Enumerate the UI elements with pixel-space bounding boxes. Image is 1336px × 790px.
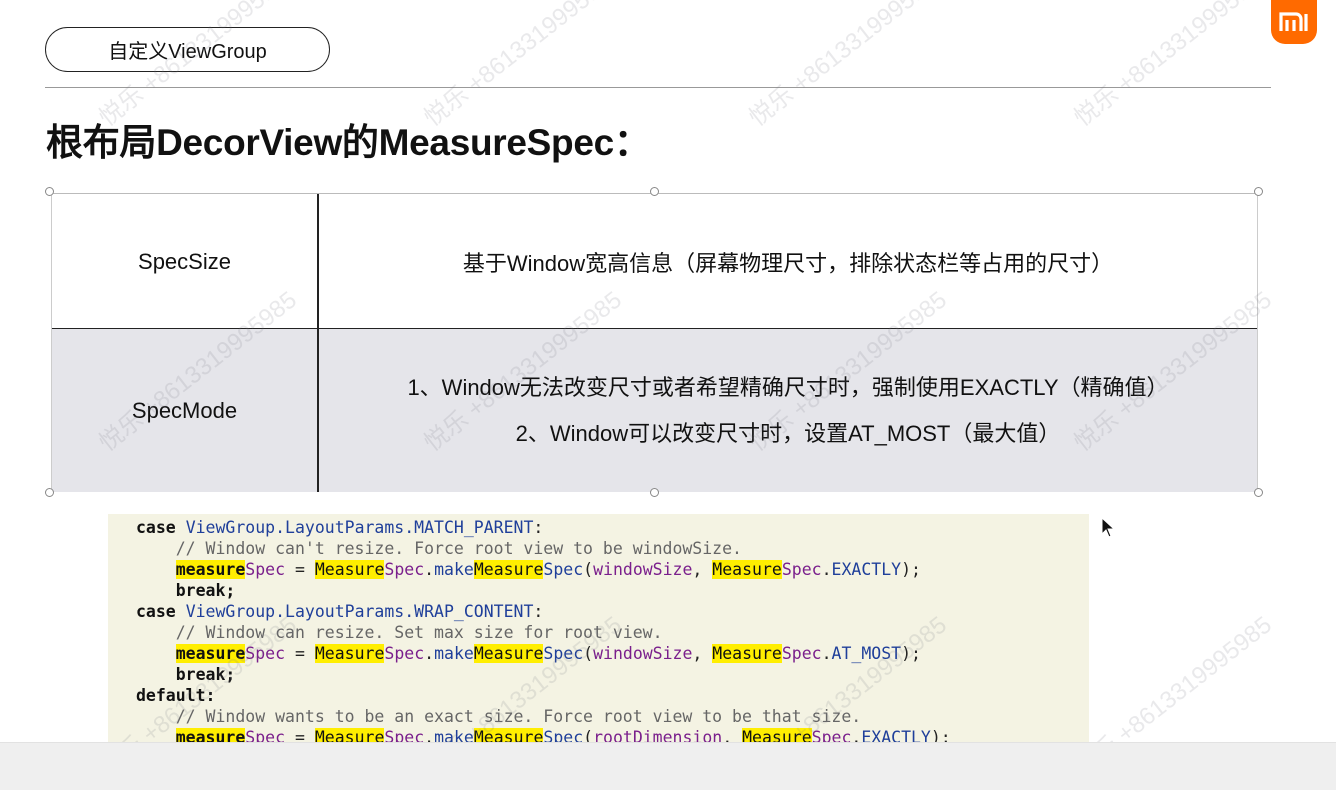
code-token: Spec — [245, 560, 286, 579]
section-pill: 自定义ViewGroup — [45, 27, 330, 72]
resize-handle[interactable] — [650, 187, 659, 196]
table-cell-value: 基于Window宽高信息（屏幕物理尺寸，排除状态栏等占用的尺寸） — [319, 194, 1257, 329]
code-line: measureSpec = MeasureSpec.makeMeasureSpe… — [175, 644, 921, 663]
code-constant: ViewGroup.LayoutParams.WRAP_CONTENT — [185, 602, 534, 621]
code-line: case ViewGroup.LayoutParams.WRAP_CONTENT… — [136, 602, 544, 621]
mouse-cursor-icon — [1101, 516, 1116, 544]
bottom-bar — [0, 742, 1336, 790]
resize-handle[interactable] — [45, 187, 54, 196]
code-token: Spec — [543, 644, 584, 663]
watermark: 悦乐 +8613319995985 — [1069, 0, 1277, 132]
code-highlight: Measure — [712, 644, 782, 663]
code-line: break; — [136, 580, 1089, 601]
header-divider — [45, 87, 1271, 88]
table-cell-text: 1、Window无法改变尺寸或者希望精确尺寸时，强制使用EXACTLY（精确值） — [407, 374, 1169, 400]
code-line: // Window wants to be an exact size. For… — [136, 706, 1089, 727]
code-line: measureSpec = MeasureSpec.makeMeasureSpe… — [175, 560, 921, 579]
code-keyword: case — [136, 602, 176, 621]
mi-logo-icon — [1271, 0, 1317, 44]
section-pill-label: 自定义ViewGroup — [108, 41, 267, 63]
table-cell-label: SpecSize — [138, 248, 231, 274]
code-token: Spec — [384, 644, 425, 663]
code-highlight: measure — [175, 644, 246, 663]
code-line: // Window can resize. Set max size for r… — [136, 622, 1089, 643]
page-title: 根布局DecorView的MeasureSpec： — [46, 122, 651, 163]
spec-table: SpecSize 基于Window宽高信息（屏幕物理尺寸，排除状态栏等占用的尺寸… — [51, 193, 1258, 492]
code-comment: // Window can resize. Set max size for r… — [175, 623, 663, 642]
code-highlight: Measure — [473, 644, 544, 663]
code-highlight: Measure — [473, 560, 544, 579]
code-comment: // Window can't resize. Force root view … — [175, 539, 742, 558]
code-highlight: Measure — [712, 560, 782, 579]
code-keyword: break; — [175, 665, 236, 684]
code-keyword: case — [136, 518, 176, 537]
slide: 自定义ViewGroup 根布局DecorView的MeasureSpec： S… — [0, 0, 1336, 782]
resize-handle[interactable] — [650, 488, 659, 497]
resize-handle[interactable] — [45, 488, 54, 497]
code-line: break; — [136, 664, 1089, 685]
code-token: make — [434, 644, 474, 663]
code-token: Spec — [384, 560, 425, 579]
watermark: 悦乐 +8613319995985 — [744, 0, 952, 132]
table-row-specsize: SpecSize 基于Window宽高信息（屏幕物理尺寸，排除状态栏等占用的尺寸… — [52, 194, 1257, 329]
mi-glyph-icon — [1279, 12, 1308, 31]
code-line: // Window can't resize. Force root view … — [136, 538, 1089, 559]
code-keyword: break; — [175, 581, 236, 600]
code-token: Spec — [781, 644, 822, 663]
code-line: case ViewGroup.LayoutParams.MATCH_PARENT… — [136, 518, 544, 537]
code-token: Spec — [781, 560, 822, 579]
resize-handle[interactable] — [1254, 187, 1263, 196]
code-highlight: Measure — [314, 644, 385, 663]
code-snippet: case ViewGroup.LayoutParams.MATCH_PARENT… — [108, 514, 1089, 770]
table-row-specmode: SpecMode 1、Window无法改变尺寸或者希望精确尺寸时，强制使用EXA… — [52, 329, 1257, 492]
table-cell-label: SpecMode — [131, 397, 238, 423]
code-highlight: Measure — [314, 560, 385, 579]
code-keyword: default: — [136, 686, 216, 705]
table-cell-value: 1、Window无法改变尺寸或者希望精确尺寸时，强制使用EXACTLY（精确值）… — [319, 329, 1257, 492]
code-comment: // Window wants to be an exact size. For… — [175, 707, 862, 726]
code-arg: windowSize — [593, 560, 693, 579]
code-token: Spec — [245, 644, 286, 663]
resize-handle[interactable] — [1254, 488, 1263, 497]
code-constant: AT_MOST — [831, 644, 902, 663]
code-arg: windowSize — [593, 644, 693, 663]
code-highlight: measure — [175, 560, 246, 579]
code-token: make — [434, 560, 474, 579]
code-constant: ViewGroup.LayoutParams.MATCH_PARENT — [185, 518, 534, 537]
code-constant: EXACTLY — [831, 560, 902, 579]
table-column-divider — [317, 194, 319, 492]
table-cell-text: 2、Window可以改变尺寸时，设置AT_MOST（最大值） — [515, 420, 1061, 446]
table-cell-text: 基于Window宽高信息（屏幕物理尺寸，排除状态栏等占用的尺寸） — [462, 250, 1114, 276]
code-token: Spec — [543, 560, 584, 579]
code-line: default: — [136, 685, 1089, 706]
